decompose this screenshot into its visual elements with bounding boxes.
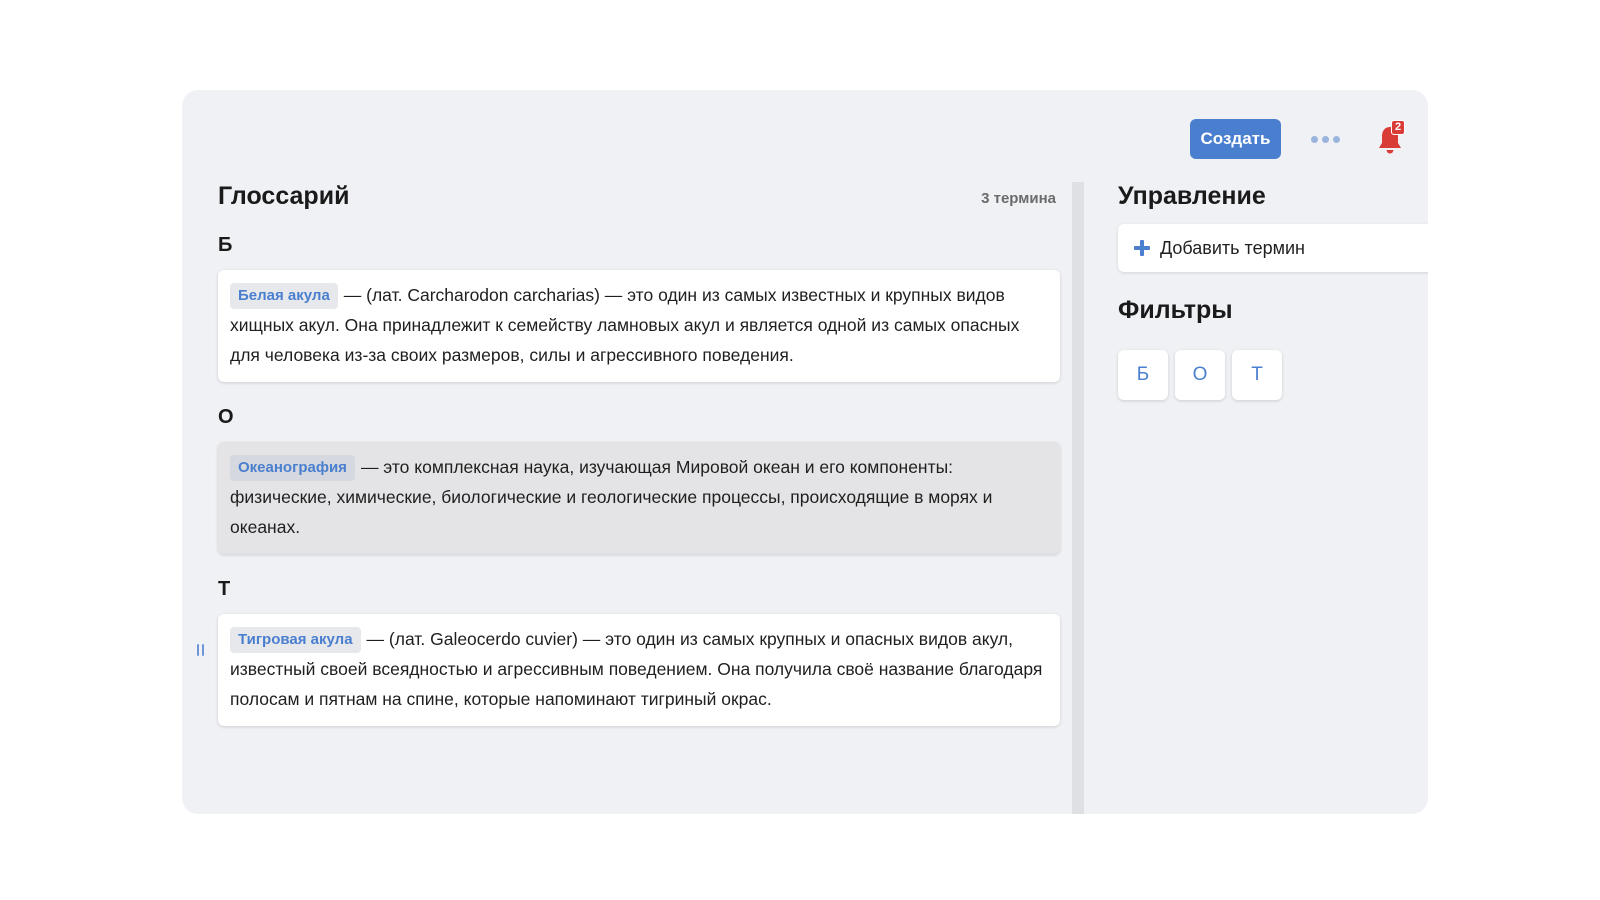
- top-bar: Создать 2: [182, 90, 1428, 190]
- letter-heading: Б: [218, 234, 233, 256]
- column-scrollbar[interactable]: [1072, 182, 1084, 814]
- more-dot: [1332, 135, 1340, 143]
- letter-filters: Б О Т: [1118, 350, 1428, 400]
- term-definition: — (лат. Carcharodon carcharias) — это од…: [230, 285, 1020, 365]
- drag-handle-bar: [201, 644, 204, 656]
- more-horizontal-icon: [1310, 135, 1318, 143]
- filter-button-b[interactable]: Б: [1118, 350, 1168, 400]
- glossary-panel: Создать 2 Глоссарий 3 термина Б Белая ак…: [182, 90, 1428, 814]
- add-term-button[interactable]: Добавить термин: [1118, 224, 1428, 272]
- term-card[interactable]: Тигровая акула — (лат. Galeocerdo cuvier)…: [196, 614, 1060, 726]
- manage-title: Управление: [1118, 182, 1266, 210]
- drag-handle-bar: [196, 644, 199, 656]
- sidebar: Управление Добавить термин Фильтры Б О Т: [1118, 182, 1428, 400]
- term-name[interactable]: Тигровая акула: [230, 627, 361, 653]
- page-title: Глоссарий: [218, 182, 350, 210]
- filter-button-t[interactable]: Т: [1232, 350, 1282, 400]
- more-dot: [1321, 135, 1329, 143]
- letter-heading: Т: [218, 578, 231, 600]
- term-name[interactable]: Океанография: [230, 455, 355, 481]
- glossary-list: Глоссарий 3 термина Б Белая акула — (лат.…: [196, 182, 1060, 726]
- add-term-label: Добавить термин: [1160, 237, 1305, 258]
- term-name[interactable]: Белая акула: [230, 283, 338, 309]
- filter-button-o[interactable]: О: [1175, 350, 1225, 400]
- term-card[interactable]: Белая акула — (лат. Carcharodon carcharia…: [218, 270, 1060, 382]
- drag-handle-icon[interactable]: [194, 644, 206, 660]
- letter-heading: О: [218, 406, 234, 428]
- notification-count-badge: 2: [1391, 120, 1405, 135]
- filters-title: Фильтры: [1118, 296, 1233, 324]
- term-count: 3 термина: [981, 190, 1056, 207]
- notifications-button[interactable]: 2: [1375, 120, 1409, 156]
- create-button[interactable]: Создать: [1190, 119, 1281, 159]
- more-options-button[interactable]: [1305, 126, 1345, 152]
- plus-icon: [1134, 240, 1150, 256]
- term-card[interactable]: Океанография — это комплексная наука, изу…: [218, 442, 1060, 554]
- glossary-header: Глоссарий 3 термина: [218, 182, 1060, 222]
